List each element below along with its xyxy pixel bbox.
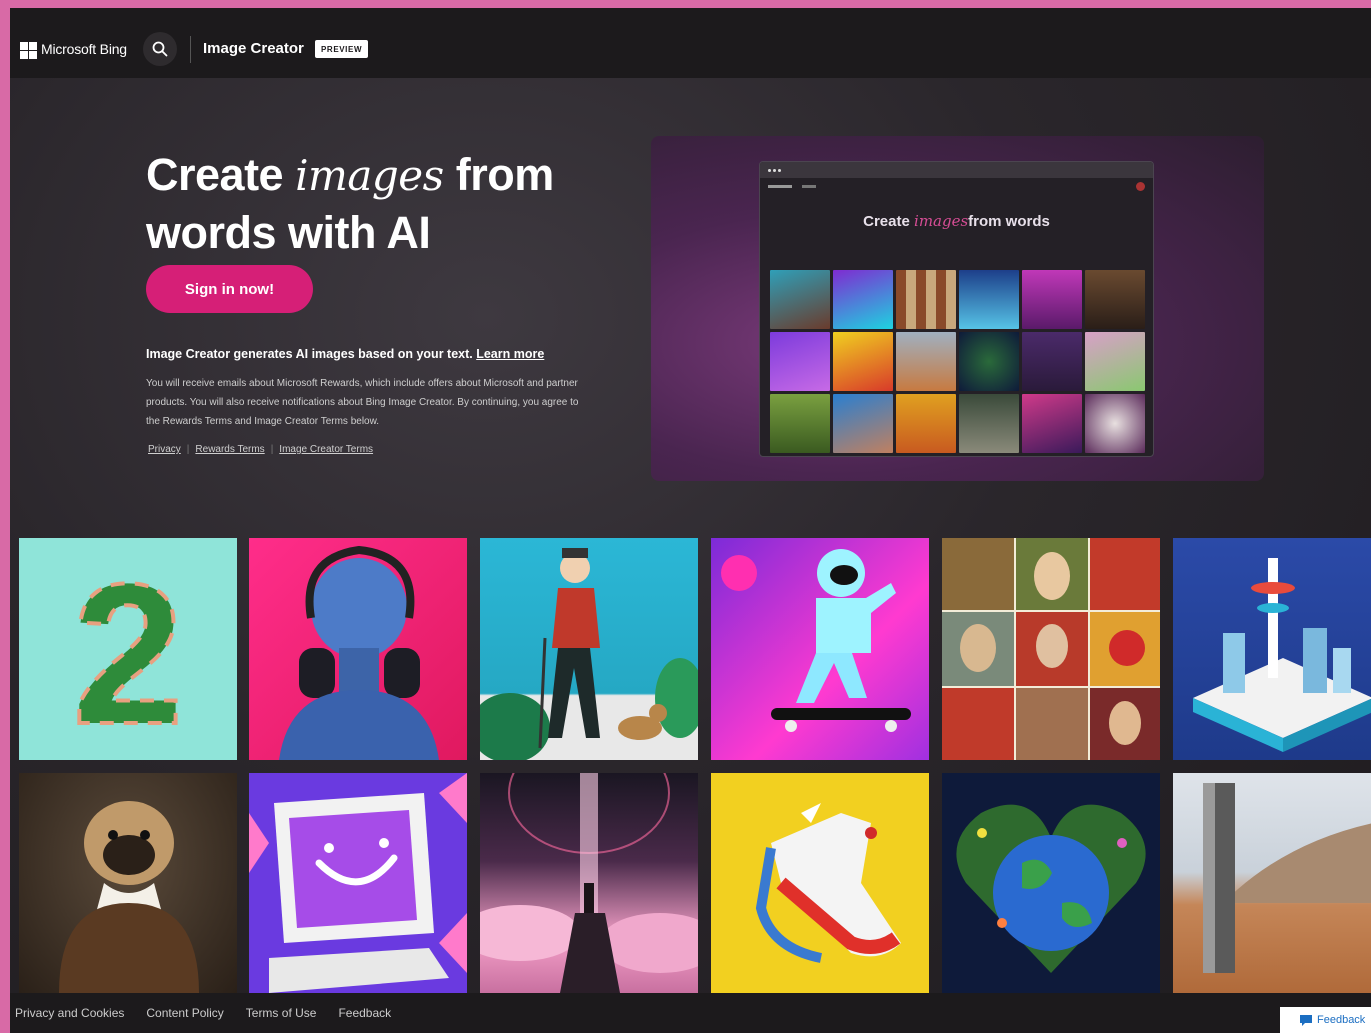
mockup-thumb (833, 270, 893, 329)
gallery-image-smiling-computer[interactable] (249, 773, 467, 993)
gallery-image-isometric-city[interactable] (1173, 538, 1371, 760)
gallery-image-sneaker[interactable] (711, 773, 929, 993)
gallery-image-earth-heart[interactable] (942, 773, 1160, 993)
learn-more-link[interactable]: Learn more (476, 347, 544, 361)
mockup-thumb (1085, 270, 1145, 329)
mockup-title-word: Create (863, 213, 910, 230)
mockup-thumb (1085, 394, 1145, 453)
mockup-title-word: from words (968, 213, 1050, 230)
separator: | (270, 444, 274, 455)
feedback-icon (1300, 1014, 1312, 1026)
brand-name[interactable]: Microsoft Bing (41, 41, 127, 57)
hero-title-emphasis: images (295, 151, 444, 200)
mockup-thumb (896, 270, 956, 329)
mockup-thumb (959, 394, 1019, 453)
mockup-thumb (1022, 394, 1082, 453)
mockup-chrome (760, 162, 1153, 178)
mockup-nav (760, 178, 1153, 194)
mockup-thumb (896, 332, 956, 391)
footer: Privacy and Cookies Content Policy Terms… (10, 993, 1371, 1033)
mockup-image-grid (770, 270, 1145, 453)
mockup-thumb (1022, 332, 1082, 391)
hero-description: Image Creator generates AI images based … (146, 347, 544, 361)
mockup-thumb (959, 270, 1019, 329)
gallery-image-number-two[interactable]: 2 2 (19, 538, 237, 760)
mockup-thumb (833, 394, 893, 453)
hero-title-word: from (455, 149, 555, 200)
footer-feedback-link[interactable]: Feedback (338, 1006, 391, 1020)
feedback-button[interactable]: Feedback (1280, 1007, 1371, 1033)
footer-terms-link[interactable]: Terms of Use (246, 1006, 317, 1020)
svg-text:2: 2 (72, 543, 183, 760)
mockup-thumb (896, 394, 956, 453)
mockup-thumb (833, 332, 893, 391)
feedback-button-label: Feedback (1317, 1014, 1366, 1026)
mockup-title-emphasis: images (914, 212, 969, 230)
mockup-thumb (1022, 270, 1082, 329)
hero-title: Create images from words with AI (146, 146, 554, 261)
gallery-image-portrait-collage[interactable] (942, 538, 1160, 760)
mockup-window: Create imagesfrom words (759, 161, 1154, 457)
gallery-image-desert-monolith[interactable] (1173, 773, 1371, 993)
footer-content-policy-link[interactable]: Content Policy (146, 1006, 223, 1020)
image-creator-terms-link[interactable]: Image Creator Terms (279, 444, 373, 455)
fine-print: You will receive emails about Microsoft … (146, 378, 579, 427)
app-title[interactable]: Image Creator (203, 40, 304, 57)
hero-title-line2: words with AI (146, 207, 431, 258)
gallery-image-astronaut-skateboard[interactable] (711, 538, 929, 760)
mockup-thumb (770, 394, 830, 453)
description-text: Image Creator generates AI images based … (146, 347, 473, 361)
gallery-image-old-man-walking[interactable] (480, 538, 698, 760)
microsoft-logo-icon[interactable] (20, 42, 37, 59)
mockup-thumb (1085, 332, 1145, 391)
footer-privacy-link[interactable]: Privacy and Cookies (15, 1006, 124, 1020)
search-icon (152, 41, 168, 57)
sign-in-button[interactable]: Sign in now! (146, 265, 313, 313)
gallery-image-bust-headphones[interactable] (249, 538, 467, 760)
gallery-image-pug-portrait[interactable] (19, 773, 237, 993)
preview-mockup: Create imagesfrom words (651, 136, 1264, 481)
search-button[interactable] (143, 32, 177, 66)
header-divider (190, 36, 191, 63)
mockup-title: Create imagesfrom words (760, 212, 1153, 230)
terms-links: Privacy | Rewards Terms | Image Creator … (148, 444, 373, 455)
hero-title-word: Create (146, 149, 284, 200)
browser-window: Microsoft Bing Image Creator PREVIEW Cre… (10, 8, 1371, 1033)
gallery-image-figure-on-clouds[interactable] (480, 773, 698, 993)
preview-badge: PREVIEW (315, 40, 369, 58)
top-bar: Microsoft Bing Image Creator PREVIEW (10, 8, 1371, 78)
mockup-thumb (770, 270, 830, 329)
mockup-thumb (959, 332, 1019, 391)
mockup-thumb (770, 332, 830, 391)
rewards-terms-link[interactable]: Rewards Terms (195, 444, 264, 455)
privacy-link[interactable]: Privacy (148, 444, 181, 455)
separator: | (186, 444, 190, 455)
